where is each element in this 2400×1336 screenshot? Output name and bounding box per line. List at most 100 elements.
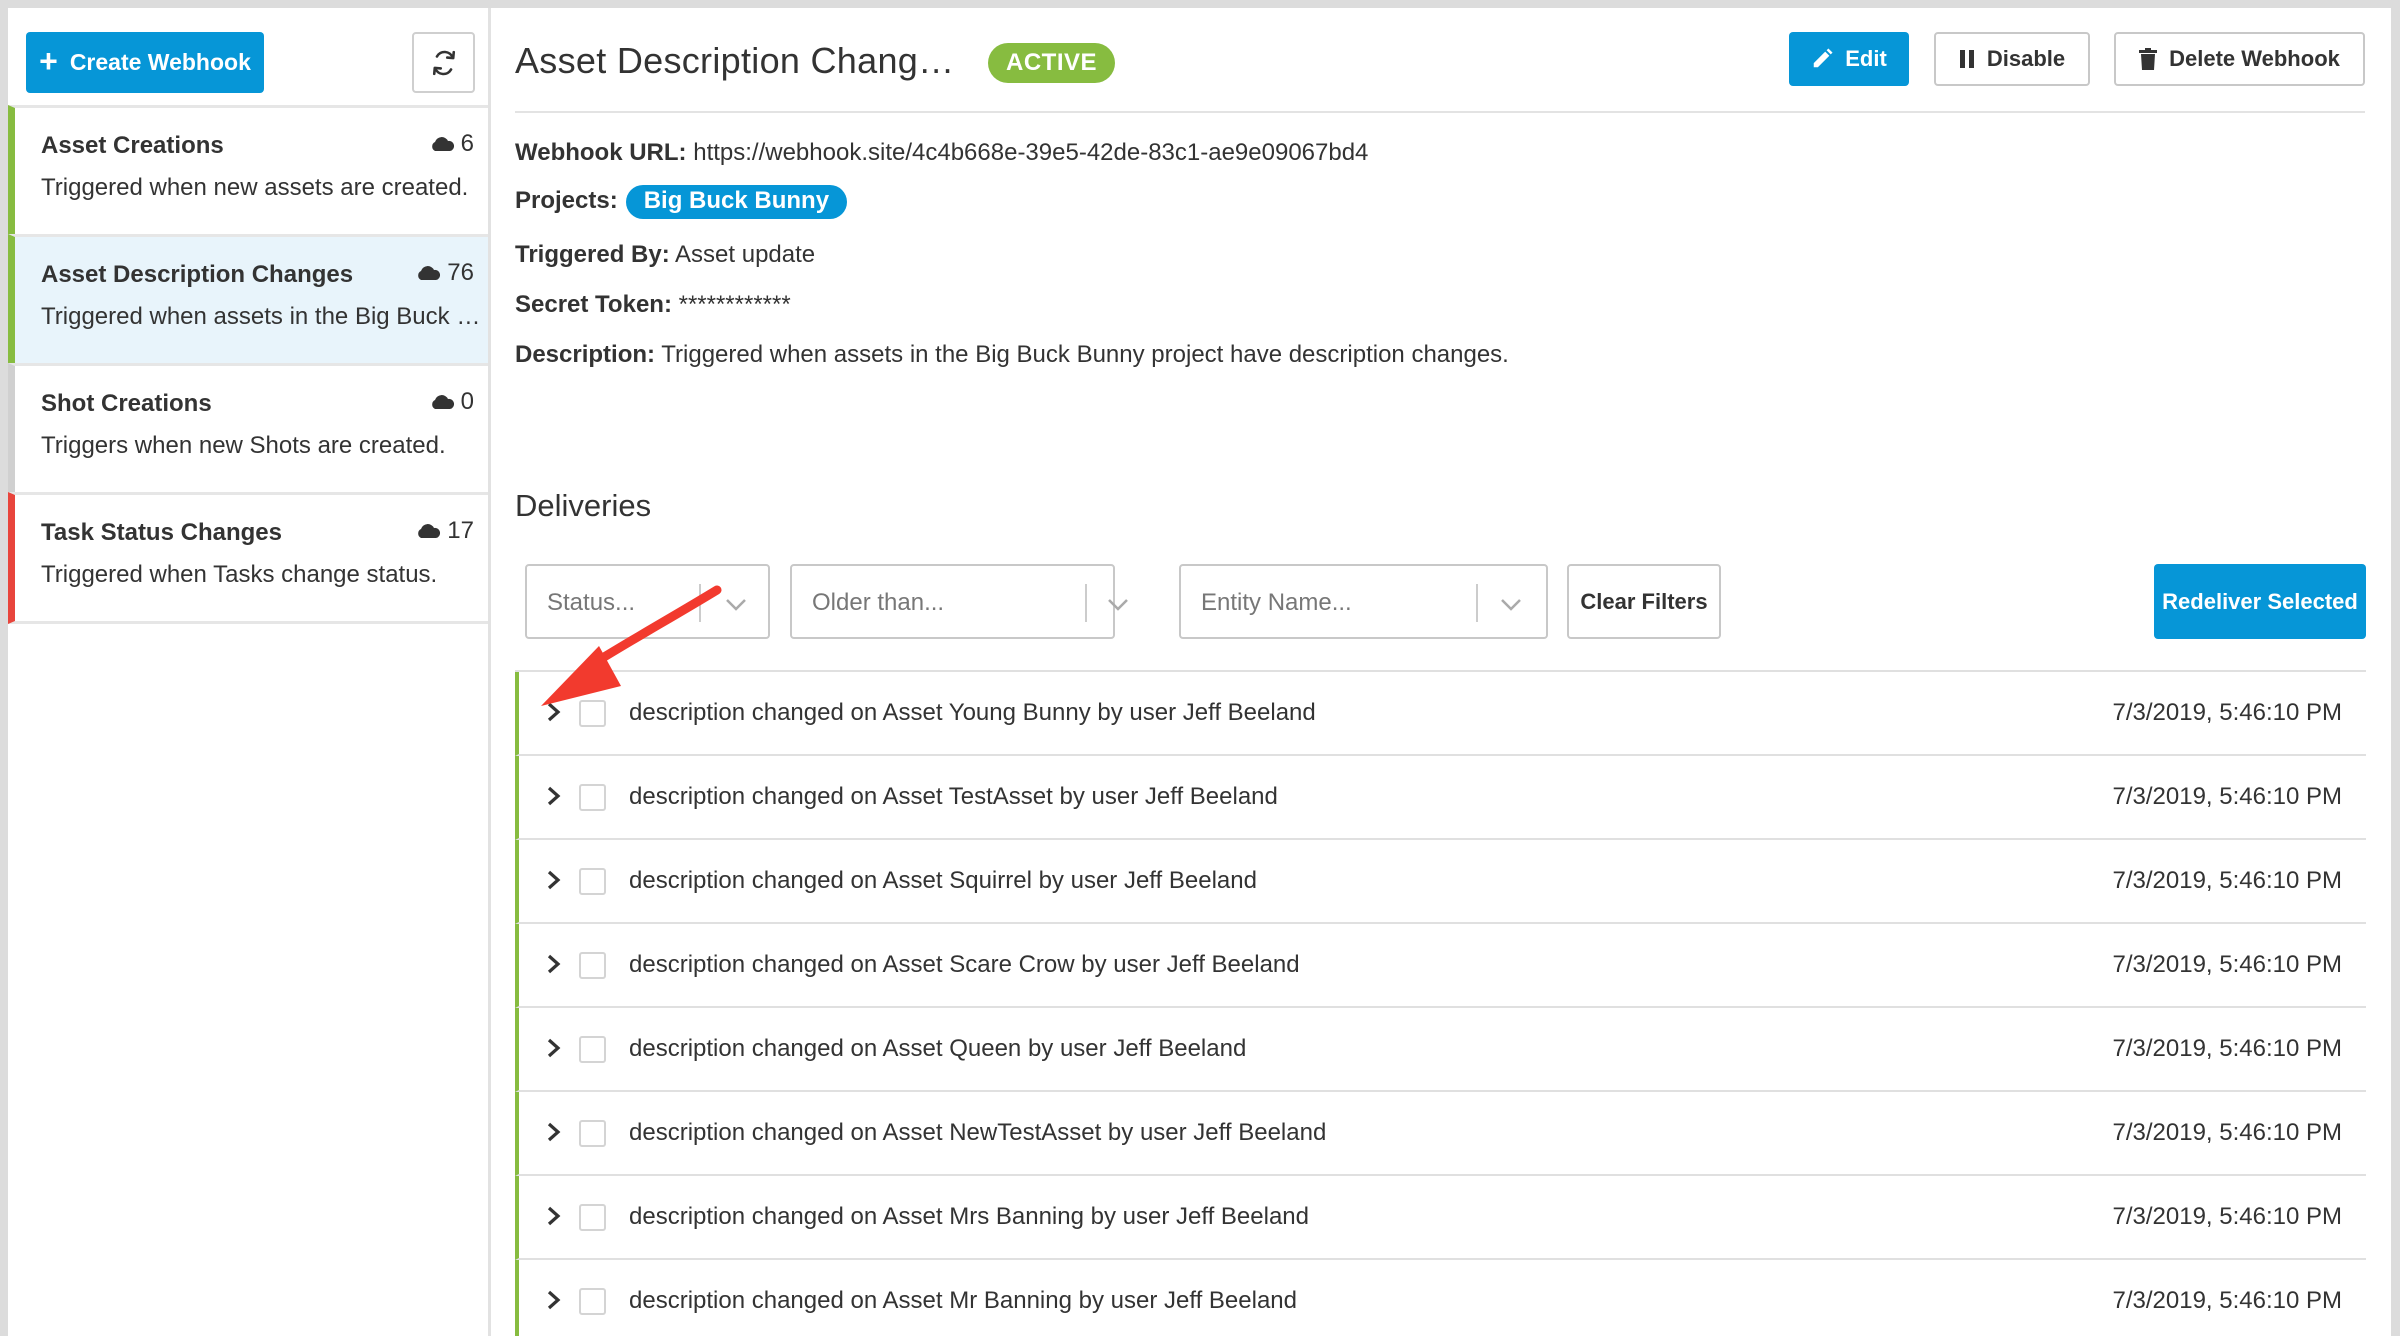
clear-filters-button[interactable]: Clear Filters xyxy=(1567,564,1721,639)
webhook-delivery-count: 76 xyxy=(415,259,474,287)
delivery-row[interactable]: description changed on Asset TestAsset b… xyxy=(515,756,2366,840)
webhook-name: Asset Description Changes xyxy=(41,261,354,288)
older-than-placeholder: Older than... xyxy=(812,589,945,616)
cloud-icon xyxy=(431,395,454,409)
cloud-icon xyxy=(418,524,441,538)
delete-webhook-label: Delete Webhook xyxy=(2169,46,2340,71)
delivery-message: description changed on Asset Queen by us… xyxy=(629,1035,1247,1062)
triggered-by-line: Triggered By: Asset update xyxy=(515,241,816,268)
delivery-timestamp: 7/3/2019, 5:46:10 PM xyxy=(2112,1035,2343,1062)
filter-separator xyxy=(1085,584,1087,622)
chevron-right-icon[interactable] xyxy=(545,869,563,891)
pencil-icon xyxy=(1813,48,1833,68)
delivery-message: description changed on Asset NewTestAsse… xyxy=(629,1119,1327,1146)
delivery-timestamp: 7/3/2019, 5:46:10 PM xyxy=(2112,699,2343,726)
secret-token-value: ************ xyxy=(678,291,791,318)
webhook-item-task-status-changes[interactable]: Task Status Changes 17 Triggered when Ta… xyxy=(8,492,488,624)
status-badge: ACTIVE xyxy=(988,43,1116,83)
delivery-timestamp: 7/3/2019, 5:46:10 PM xyxy=(2112,783,2343,810)
deliveries-list: description changed on Asset Young Bunny… xyxy=(515,670,2366,1336)
header-divider xyxy=(515,111,2365,113)
row-checkbox[interactable] xyxy=(579,952,606,979)
project-tag[interactable]: Big Buck Bunny xyxy=(625,185,848,219)
entity-name-filter[interactable]: Entity Name... xyxy=(1179,564,1548,639)
webhook-item-asset-description-changes[interactable]: Asset Description Changes 76 Triggered w… xyxy=(8,234,488,366)
chevron-right-icon[interactable] xyxy=(545,953,563,975)
triggered-by-value: Asset update xyxy=(675,241,816,268)
cloud-icon xyxy=(418,266,441,280)
disable-label: Disable xyxy=(1986,46,2066,71)
delivery-row[interactable]: description changed on Asset Squirrel by… xyxy=(515,840,2366,924)
row-checkbox[interactable] xyxy=(579,1288,606,1315)
webhook-name: Asset Creations xyxy=(41,132,224,159)
disable-button[interactable]: Disable xyxy=(1934,32,2090,86)
webhook-item-asset-creations[interactable]: Asset Creations 6 Triggered when new ass… xyxy=(8,105,488,237)
webhook-item-shot-creations[interactable]: Shot Creations 0 Triggers when new Shots… xyxy=(8,363,488,495)
row-checkbox[interactable] xyxy=(579,1036,606,1063)
delivery-message: description changed on Asset Mr Banning … xyxy=(629,1287,1297,1314)
chevron-right-icon[interactable] xyxy=(545,701,563,723)
webhook-url: https://webhook.site/4c4b668e-39e5-42de-… xyxy=(693,139,1369,166)
row-checkbox[interactable] xyxy=(579,700,606,727)
refresh-button[interactable] xyxy=(412,32,475,93)
delivery-row[interactable]: description changed on Asset Mrs Banning… xyxy=(515,1176,2366,1260)
filter-separator xyxy=(699,584,701,622)
row-checkbox[interactable] xyxy=(579,1120,606,1147)
webhook-name: Shot Creations xyxy=(41,390,212,417)
edit-button[interactable]: Edit xyxy=(1789,32,1909,86)
delivery-row[interactable]: description changed on Asset Young Bunny… xyxy=(515,672,2366,756)
redeliver-selected-button[interactable]: Redeliver Selected xyxy=(2154,564,2366,639)
page-title: Asset Description Chang… xyxy=(515,40,955,81)
webhook-sidebar: + Create Webhook Asset Creations 6 Trigg… xyxy=(8,8,491,1336)
delivery-message: description changed on Asset Mrs Banning… xyxy=(629,1203,1309,1230)
webhook-delivery-count: 17 xyxy=(415,517,474,545)
webhook-description: Triggered when new assets are created. xyxy=(41,174,469,201)
delivery-timestamp: 7/3/2019, 5:46:10 PM xyxy=(2112,1119,2343,1146)
secret-token-line: Secret Token: ************ xyxy=(515,291,791,318)
webhook-detail-panel: Asset Description Chang… ACTIVE Edit Dis… xyxy=(491,8,2391,1336)
create-webhook-button[interactable]: + Create Webhook xyxy=(26,32,264,93)
app-window: + Create Webhook Asset Creations 6 Trigg… xyxy=(8,8,2391,1336)
plus-icon: + xyxy=(39,43,58,79)
projects-line: Projects: Big Buck Bunny xyxy=(515,185,848,219)
chevron-right-icon[interactable] xyxy=(545,785,563,807)
delivery-message: description changed on Asset Young Bunny… xyxy=(629,699,1316,726)
webhook-delivery-count: 0 xyxy=(429,388,474,416)
row-checkbox[interactable] xyxy=(579,868,606,895)
delivery-timestamp: 7/3/2019, 5:46:10 PM xyxy=(2112,1203,2343,1230)
delete-webhook-button[interactable]: Delete Webhook xyxy=(2114,32,2365,86)
create-webhook-label: Create Webhook xyxy=(69,49,251,75)
webhook-delivery-count: 6 xyxy=(429,130,474,158)
delivery-row[interactable]: description changed on Asset Mr Banning … xyxy=(515,1260,2366,1336)
row-checkbox[interactable] xyxy=(579,784,606,811)
webhook-description: Triggered when assets in the Big Buck Bu… xyxy=(41,303,481,330)
refresh-icon xyxy=(432,50,455,75)
description-value: Triggered when assets in the Big Buck Bu… xyxy=(661,341,1509,368)
delivery-timestamp: 7/3/2019, 5:46:10 PM xyxy=(2112,867,2343,894)
delivery-message: description changed on Asset Scare Crow … xyxy=(629,951,1300,978)
delivery-message: description changed on Asset TestAsset b… xyxy=(629,783,1278,810)
edit-label: Edit xyxy=(1845,46,1887,71)
deliveries-heading: Deliveries xyxy=(515,488,652,523)
delivery-timestamp: 7/3/2019, 5:46:10 PM xyxy=(2112,1287,2343,1314)
webhook-description: Triggered when Tasks change status. xyxy=(41,561,438,588)
filter-separator xyxy=(1476,584,1478,622)
delivery-row[interactable]: description changed on Asset NewTestAsse… xyxy=(515,1092,2366,1176)
chevron-right-icon[interactable] xyxy=(545,1205,563,1227)
chevron-right-icon[interactable] xyxy=(545,1037,563,1059)
older-than-filter[interactable]: Older than... xyxy=(790,564,1128,639)
delivery-row[interactable]: description changed on Asset Queen by us… xyxy=(515,1008,2366,1092)
row-checkbox[interactable] xyxy=(579,1204,606,1231)
delivery-row[interactable]: description changed on Asset Scare Crow … xyxy=(515,924,2366,1008)
status-filter[interactable]: Status... xyxy=(525,564,770,639)
delivery-message: description changed on Asset Squirrel by… xyxy=(629,867,1257,894)
pause-icon xyxy=(1959,50,1974,68)
webhook-list: Asset Creations 6 Triggered when new ass… xyxy=(8,105,488,624)
description-line: Description: Triggered when assets in th… xyxy=(515,341,1509,368)
chevron-down-icon xyxy=(726,599,746,611)
chevron-down-icon xyxy=(1108,599,1128,611)
webhook-url-line: Webhook URL: https://webhook.site/4c4b66… xyxy=(515,139,1369,166)
chevron-right-icon[interactable] xyxy=(545,1121,563,1143)
webhook-description: Triggers when new Shots are created. xyxy=(41,432,446,459)
chevron-right-icon[interactable] xyxy=(545,1289,563,1311)
